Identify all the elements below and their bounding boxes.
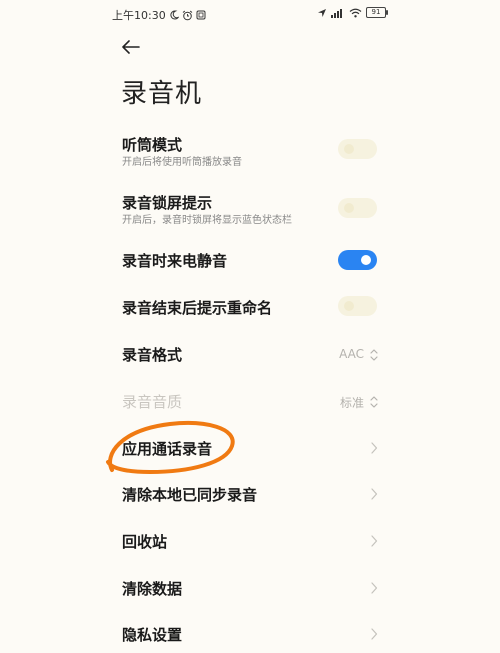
mute-calls-toggle[interactable] — [338, 250, 377, 270]
setting-value: 标准 — [339, 396, 364, 410]
back-arrow-icon[interactable] — [120, 38, 142, 56]
setting-mute-calls[interactable]: 录音时来电静音 — [0, 246, 500, 276]
setting-label: 应用通话录音 — [122, 440, 213, 458]
setting-label: 回收站 — [122, 533, 168, 551]
chevron-right-icon — [371, 442, 378, 454]
setting-description: 开启后，录音时锁屏将显示蓝色状态栏 — [122, 215, 292, 226]
chevron-right-icon — [371, 628, 378, 640]
setting-recording-quality: 录音音质 标准 — [0, 387, 500, 417]
chevron-right-icon — [371, 582, 378, 594]
setting-recycle-bin[interactable]: 回收站 — [0, 527, 500, 557]
alarm-icon — [182, 10, 193, 20]
setting-clear-data[interactable]: 清除数据 — [0, 574, 500, 604]
setting-label: 录音时来电静音 — [122, 252, 228, 270]
updown-chevron-icon — [370, 396, 378, 408]
setting-label: 录音结束后提示重命名 — [122, 299, 273, 317]
setting-label: 录音格式 — [122, 346, 183, 364]
setting-label: 清除数据 — [122, 580, 183, 598]
setting-label: 隐私设置 — [122, 626, 183, 644]
battery-icon: 91 — [366, 7, 388, 18]
location-icon — [318, 8, 326, 17]
setting-lockscreen-hint[interactable]: 录音锁屏提示 开启后，录音时锁屏将显示蓝色状态栏 — [0, 188, 500, 232]
page-title: 录音机 — [121, 79, 203, 109]
notification-icon — [196, 10, 206, 20]
battery-level: 91 — [371, 8, 381, 16]
setting-rename-prompt[interactable]: 录音结束后提示重命名 — [0, 293, 500, 323]
chevron-right-icon — [371, 488, 378, 500]
setting-label: 清除本地已同步录音 — [122, 486, 258, 504]
updown-chevron-icon — [370, 349, 378, 361]
setting-label: 录音音质 — [122, 393, 183, 411]
status-bar: 上午10:30 91 — [0, 0, 500, 30]
setting-recording-format[interactable]: 录音格式 AAC — [0, 340, 500, 370]
setting-description: 开启后将使用听筒播放录音 — [122, 157, 242, 168]
lockscreen-hint-toggle[interactable] — [338, 198, 377, 218]
rename-prompt-toggle[interactable] — [338, 296, 377, 316]
signal-icon — [331, 8, 342, 18]
setting-value: AAC — [339, 347, 364, 361]
setting-label: 录音锁屏提示 — [122, 194, 213, 212]
earpiece-mode-toggle[interactable] — [338, 139, 377, 159]
setting-earpiece-mode[interactable]: 听筒模式 开启后将使用听筒播放录音 — [0, 130, 500, 174]
chevron-right-icon — [371, 535, 378, 547]
setting-call-recording[interactable]: 应用通话录音 — [0, 434, 500, 464]
moon-icon — [170, 10, 179, 20]
setting-privacy[interactable]: 隐私设置 — [0, 620, 500, 650]
wifi-icon — [349, 8, 362, 17]
status-time: 上午10:30 — [112, 9, 166, 22]
setting-label: 听筒模式 — [122, 136, 183, 154]
setting-clear-synced[interactable]: 清除本地已同步录音 — [0, 480, 500, 510]
